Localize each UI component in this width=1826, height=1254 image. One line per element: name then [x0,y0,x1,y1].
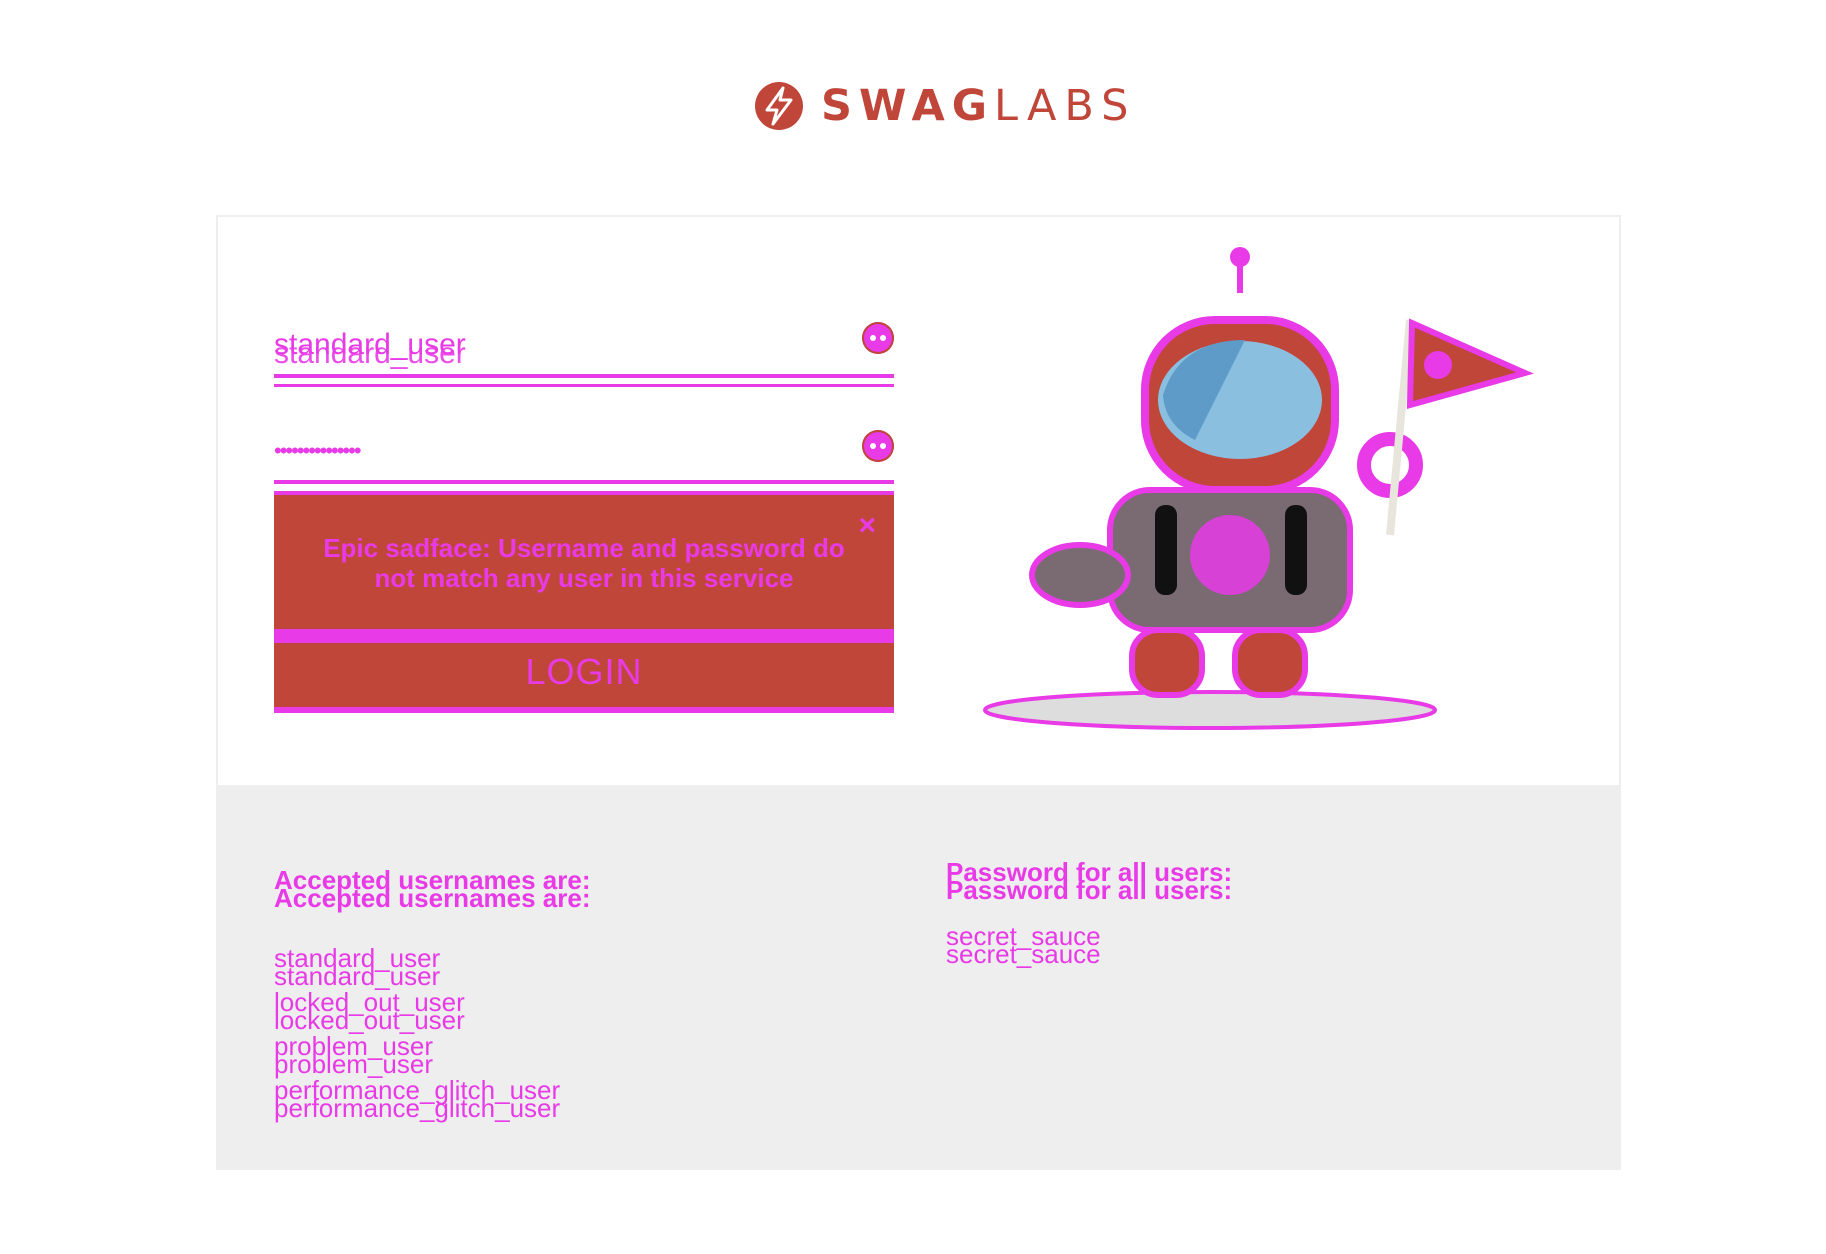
error-circle-icon [862,430,894,462]
login-button[interactable]: LOGIN [274,629,894,713]
login-button-label: LOGIN [525,651,643,692]
close-icon[interactable]: × [858,509,876,543]
error-circle-icon [862,322,894,354]
password-underline [274,480,894,484]
username-field[interactable]: standard_user [274,320,894,388]
username-underline [274,374,894,378]
password-field[interactable]: ••••••••••••••• [274,426,894,494]
username-list-item: performance_glitch_user performance_glitc… [274,1075,561,1123]
username-list-item: standard_user standard_user [274,943,441,991]
username-underline-secondary [274,384,894,387]
password-list-item: secret_sauce secret_sauce [946,921,1101,969]
error-message: Epic sadface: Username and password do n… [323,533,845,593]
swag-labs-bolt-icon [755,82,803,130]
logo-text: SWAGLABS [821,80,1137,131]
username-list-item: locked_out_user locked_out_user [274,987,465,1035]
password-heading: Password for all users: Password for all… [946,857,1233,905]
usernames-heading: Accepted usernames are: Accepted usernam… [274,865,591,913]
credentials-panel: Accepted usernames are: Accepted usernam… [216,787,1621,1170]
swag-labs-logo: SWAGLABS [753,78,1136,134]
robot-mascot-icon [983,247,1534,730]
error-message-container: Epic sadface: Username and password do n… [274,491,894,629]
password-value: ••••••••••••••• [274,438,362,463]
username-list-item: problem_user problem_user [274,1031,433,1079]
username-value: standard_user [274,328,466,361]
